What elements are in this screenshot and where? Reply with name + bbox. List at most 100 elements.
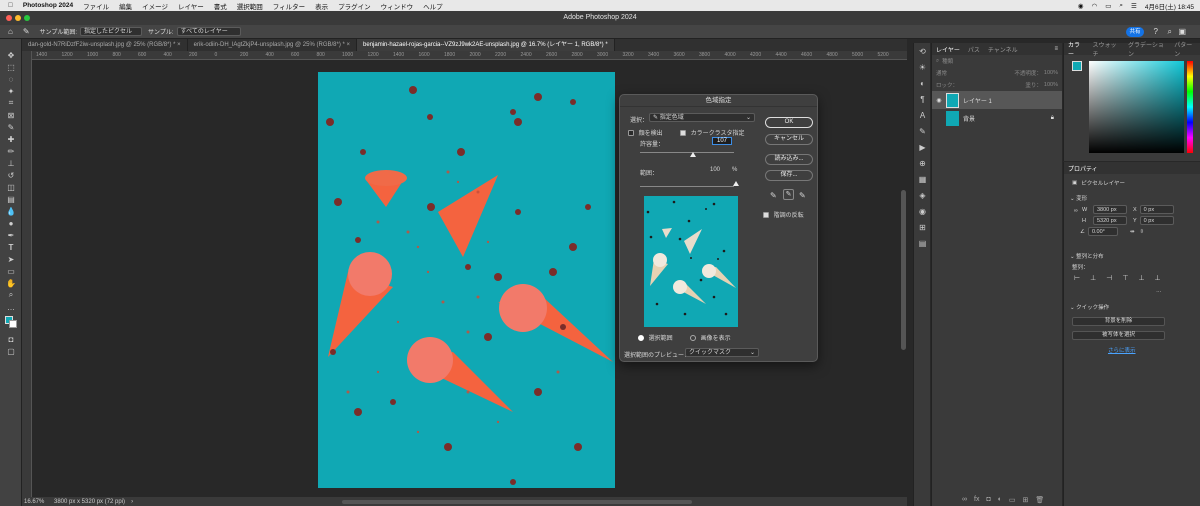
tab-patterns[interactable]: パターン [1170,40,1200,58]
eyedropper-tool-icon[interactable]: ✎ [0,121,22,133]
brush-settings-icon[interactable]: ✎ [914,123,931,139]
minimize-window-button[interactable] [15,15,21,21]
localized-clusters-checkbox[interactable] [680,130,686,137]
shape-tool-icon[interactable]: ▭ [0,265,22,277]
status-arrow-icon[interactable]: › [131,499,133,505]
menu-file[interactable]: ファイル [83,1,109,11]
gradient-tool-icon[interactable]: ▤ [0,193,22,205]
clock[interactable]: 4月6日(土) 18:45 [1145,1,1194,11]
lasso-tool-icon[interactable]: ◌ [0,73,22,85]
save-button[interactable]: 保存... [765,170,813,181]
close-window-button[interactable] [6,15,12,21]
eyedropper-minus-icon[interactable]: ✎ [799,191,806,200]
align-middle-icon[interactable]: ⊥ [1138,274,1144,282]
quick-mask-icon[interactable]: ◘ [0,333,22,345]
layer-name[interactable]: 背景 [963,114,975,123]
zoom-level[interactable]: 16.67% [24,499,52,505]
selection-radio-option[interactable]: 選択範囲 [638,333,673,342]
flip-horizontal-icon[interactable]: ⇹ [1130,229,1135,235]
flip-vertical-icon[interactable]: ⇳ [1140,229,1145,235]
detect-faces-checkbox[interactable] [628,130,634,137]
paragraph-icon[interactable]: ¶ [914,91,931,107]
actions-icon[interactable]: ▶ [914,139,931,155]
layer-name[interactable]: レイヤー 1 [963,96,992,105]
cancel-button[interactable]: キャンセル [765,134,813,145]
sample-layers-select[interactable]: すべてのレイヤー [176,27,241,36]
home-icon[interactable]: ⌂ [8,27,13,36]
history-icon[interactable]: ⟲ [914,43,931,59]
tab-channels[interactable]: チャンネル [984,45,1022,54]
select-subject-button[interactable]: 被写体を選択 [1072,331,1165,340]
tab-color[interactable]: カラー [1064,40,1088,58]
horizontal-scrollbar[interactable] [342,500,692,504]
status-icon[interactable]: ◉ [1078,2,1084,10]
menu-select[interactable]: 選択範囲 [237,1,263,11]
glyphs-icon[interactable]: ⊞ [914,219,931,235]
remove-background-button[interactable]: 背景を削除 [1072,317,1165,326]
type-tool-icon[interactable]: T [0,241,22,253]
transform-header[interactable]: ⌄ 変形 [1064,192,1200,204]
healing-tool-icon[interactable]: ✚ [0,133,22,145]
pen-tool-icon[interactable]: ✒ [0,229,22,241]
layer-row[interactable]: ◉ レイヤー 1 [932,91,1062,109]
fx-icon[interactable]: fx [974,496,979,504]
clone-stamp-tool-icon[interactable]: ⊥ [0,157,22,169]
close-tab-icon[interactable]: × [177,42,181,48]
frame-tool-icon[interactable]: ⊠ [0,109,22,121]
search-icon[interactable]: ⌕ [1119,2,1123,10]
foreground-color-swatch[interactable] [1072,61,1082,71]
zoom-tool-icon[interactable]: ⌕ [0,289,22,301]
fill-value[interactable]: 100% [1044,82,1058,88]
more-tools-icon[interactable]: … [0,301,22,313]
ok-button[interactable]: OK [765,117,813,128]
menu-app-name[interactable]: Photoshop 2024 [23,2,73,9]
character-icon[interactable]: A [914,107,931,123]
menu-view[interactable]: 表示 [315,1,328,11]
angle-input[interactable]: 0.00° [1087,227,1118,236]
align-right-icon[interactable]: ⊣ [1106,274,1112,282]
share-button[interactable]: 共有 [1126,27,1144,37]
eyedropper-tool-icon[interactable]: ✎ [23,27,30,36]
align-bottom-icon[interactable]: ⊥ [1155,274,1161,282]
document-image[interactable] [318,72,615,488]
tab-benjamin-hazael[interactable]: benjamin-hazael-rojas-garcia--VZ9zJ9wk2A… [357,39,615,51]
horizontal-ruler[interactable]: 1400 1200 1000 800 600 400 200 0 200 400 600 800 100… [32,51,907,60]
invert-option[interactable]: 階調の反転 [763,210,804,219]
align-top-icon[interactable]: ⊤ [1122,274,1128,282]
quick-select-tool-icon[interactable]: ✦ [0,85,22,97]
align-center-icon[interactable]: ⊥ [1090,274,1096,282]
opacity-value[interactable]: 100% [1044,70,1058,76]
workspace-icon[interactable]: ▣ [1178,27,1186,36]
libraries-icon[interactable]: ▦ [914,171,931,187]
eraser-tool-icon[interactable]: ◫ [0,181,22,193]
history-brush-tool-icon[interactable]: ↺ [0,169,22,181]
fuzziness-slider[interactable] [640,152,734,153]
hue-slider[interactable] [1187,61,1193,153]
fuzziness-slider-knob[interactable] [690,152,696,157]
eyedropper-plus-icon[interactable]: ✎ [783,189,794,200]
tab-dan-gold[interactable]: dan-gold-N7RiDzfF2iw-unsplash.jpg @ 25% … [22,39,188,51]
trash-icon[interactable]: 🗑︎ [1035,496,1044,504]
link-icon[interactable]: ∞ [962,496,967,504]
battery-icon[interactable]: ▭ [1105,2,1111,10]
color-wheel-icon[interactable]: ◉ [914,203,931,219]
menu-window[interactable]: ウィンドウ [381,1,414,11]
localized-clusters-option[interactable]: カラークラスタ指定 [680,128,745,137]
vertical-scrollbar[interactable] [901,190,906,350]
notes-icon[interactable]: ▤ [914,235,931,251]
range-slider[interactable] [640,186,734,187]
menu-layer[interactable]: レイヤー [178,1,204,11]
menu-type[interactable]: 書式 [214,1,227,11]
menu-help[interactable]: ヘルプ [423,1,443,11]
align-header[interactable]: ⌄ 整列と分布 [1070,252,1104,260]
adjustment-layer-icon[interactable]: ◐ [998,496,1002,504]
brush-tool-icon[interactable]: ✏ [0,145,22,157]
quick-actions-header[interactable]: ⌄ クイック操作 [1070,303,1109,311]
adjustments-icon[interactable]: ◐ [914,75,931,91]
preview-select[interactable]: クイックマスク ⌄ [685,348,759,357]
path-select-tool-icon[interactable]: ➤ [0,253,22,265]
range-slider-knob[interactable] [733,181,739,186]
visibility-eye-icon[interactable]: ◉ [932,97,946,104]
color-swatches[interactable] [0,313,22,333]
sample-size-select[interactable]: 指定したピクセル [80,27,143,36]
